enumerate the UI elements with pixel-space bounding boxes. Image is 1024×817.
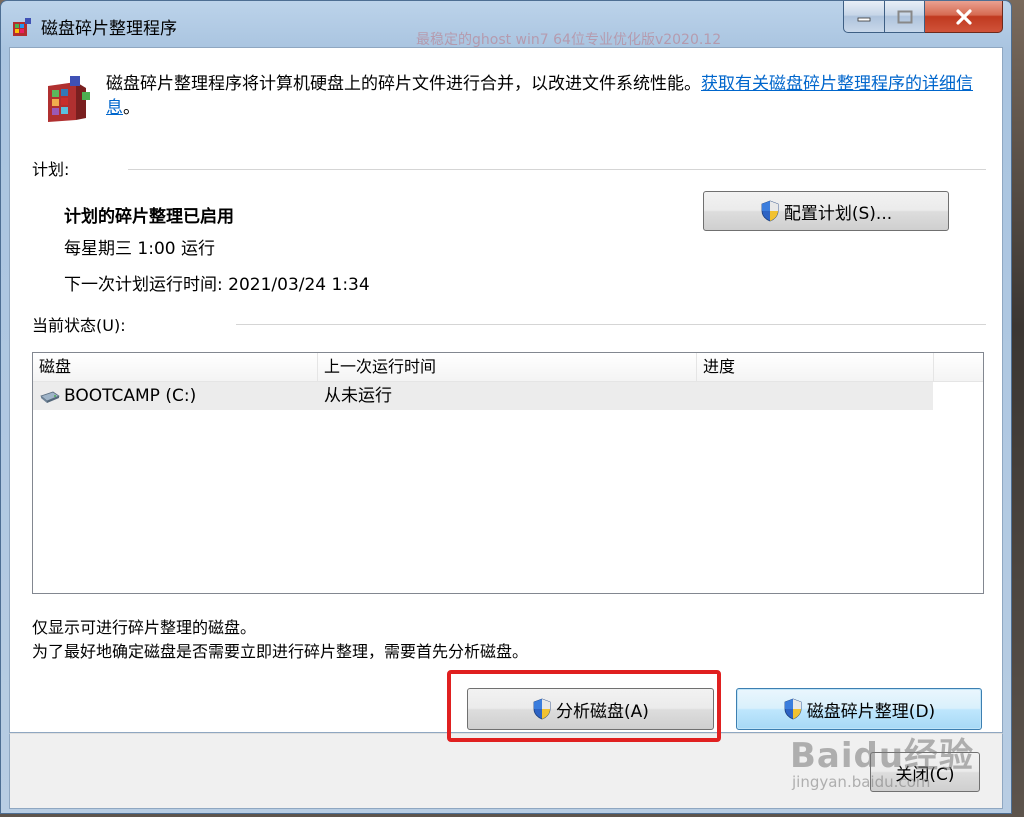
disk-name: BOOTCAMP (C:) (64, 386, 197, 406)
note-defraggable-only: 仅显示可进行碎片整理的磁盘。 (32, 618, 257, 637)
baidu-watermark: Baidu经验 jingyan.baidu.com (790, 728, 974, 791)
caption-buttons (843, 1, 1003, 33)
disk-last-run: 从未运行 (324, 386, 392, 406)
status-divider (236, 324, 986, 325)
schedule-divider (128, 169, 986, 170)
maximize-button[interactable] (885, 1, 925, 33)
note-analyze-first: 为了最好地确定磁盘是否需要立即进行碎片整理，需要首先分析磁盘。 (32, 642, 529, 661)
column-header-progress[interactable]: 进度 (697, 353, 934, 381)
hard-drive-icon (40, 391, 60, 403)
close-icon (955, 8, 972, 25)
uac-shield-icon (761, 200, 779, 222)
intro-text: 磁盘碎片整理程序将计算机硬盘上的碎片文件进行合并，以改进文件系统性能。获取有关磁… (106, 72, 986, 120)
configure-schedule-button[interactable]: 配置计划(S)... (703, 191, 949, 231)
defragment-disk-button[interactable]: 磁盘碎片整理(D) (736, 688, 982, 730)
schedule-next-run: 下一次计划运行时间: 2021/03/24 1:34 (64, 275, 370, 295)
schedule-status: 计划的碎片整理已启用 (64, 207, 234, 227)
defrag-large-icon (48, 76, 90, 122)
disk-list-header: 磁盘 上一次运行时间 进度 (33, 353, 983, 382)
schedule-label: 计划: (32, 160, 70, 179)
title-bar[interactable]: 磁盘碎片整理程序 最稳定的ghost win7 64位专业优化版v2020.12 (1, 1, 1011, 48)
column-header-disk[interactable]: 磁盘 (33, 353, 318, 381)
configure-schedule-label: 配置计划(S)... (783, 203, 893, 224)
background-title-overlay: 最稳定的ghost win7 64位专业优化版v2020.12 (416, 32, 722, 48)
intro-description: 磁盘碎片整理程序将计算机硬盘上的碎片文件进行合并，以改进文件系统性能。 (106, 74, 701, 94)
annotation-highlight-box (447, 670, 721, 742)
uac-shield-icon (784, 698, 802, 720)
defragment-disk-label: 磁盘碎片整理(D) (806, 701, 936, 722)
dialog-content: 磁盘碎片整理程序将计算机硬盘上的碎片文件进行合并，以改进文件系统性能。获取有关磁… (9, 47, 1003, 733)
minimize-button[interactable] (843, 1, 885, 33)
schedule-frequency: 每星期三 1:00 运行 (64, 239, 215, 259)
minimize-icon (857, 17, 871, 21)
current-status-label: 当前状态(U): (32, 316, 126, 335)
maximize-icon (897, 10, 912, 23)
defrag-app-icon (13, 18, 31, 36)
close-window-button[interactable] (925, 1, 1003, 33)
column-header-last-run[interactable]: 上一次运行时间 (318, 353, 697, 381)
watermark-main: Baidu经验 (790, 736, 975, 776)
intro-tail: 。 (123, 98, 140, 118)
window-title: 磁盘碎片整理程序 (41, 19, 177, 39)
disk-list[interactable]: 磁盘 上一次运行时间 进度 BOOTCAMP (C:) 从未运行 (32, 352, 984, 594)
table-row[interactable]: BOOTCAMP (C:) 从未运行 (33, 382, 933, 410)
